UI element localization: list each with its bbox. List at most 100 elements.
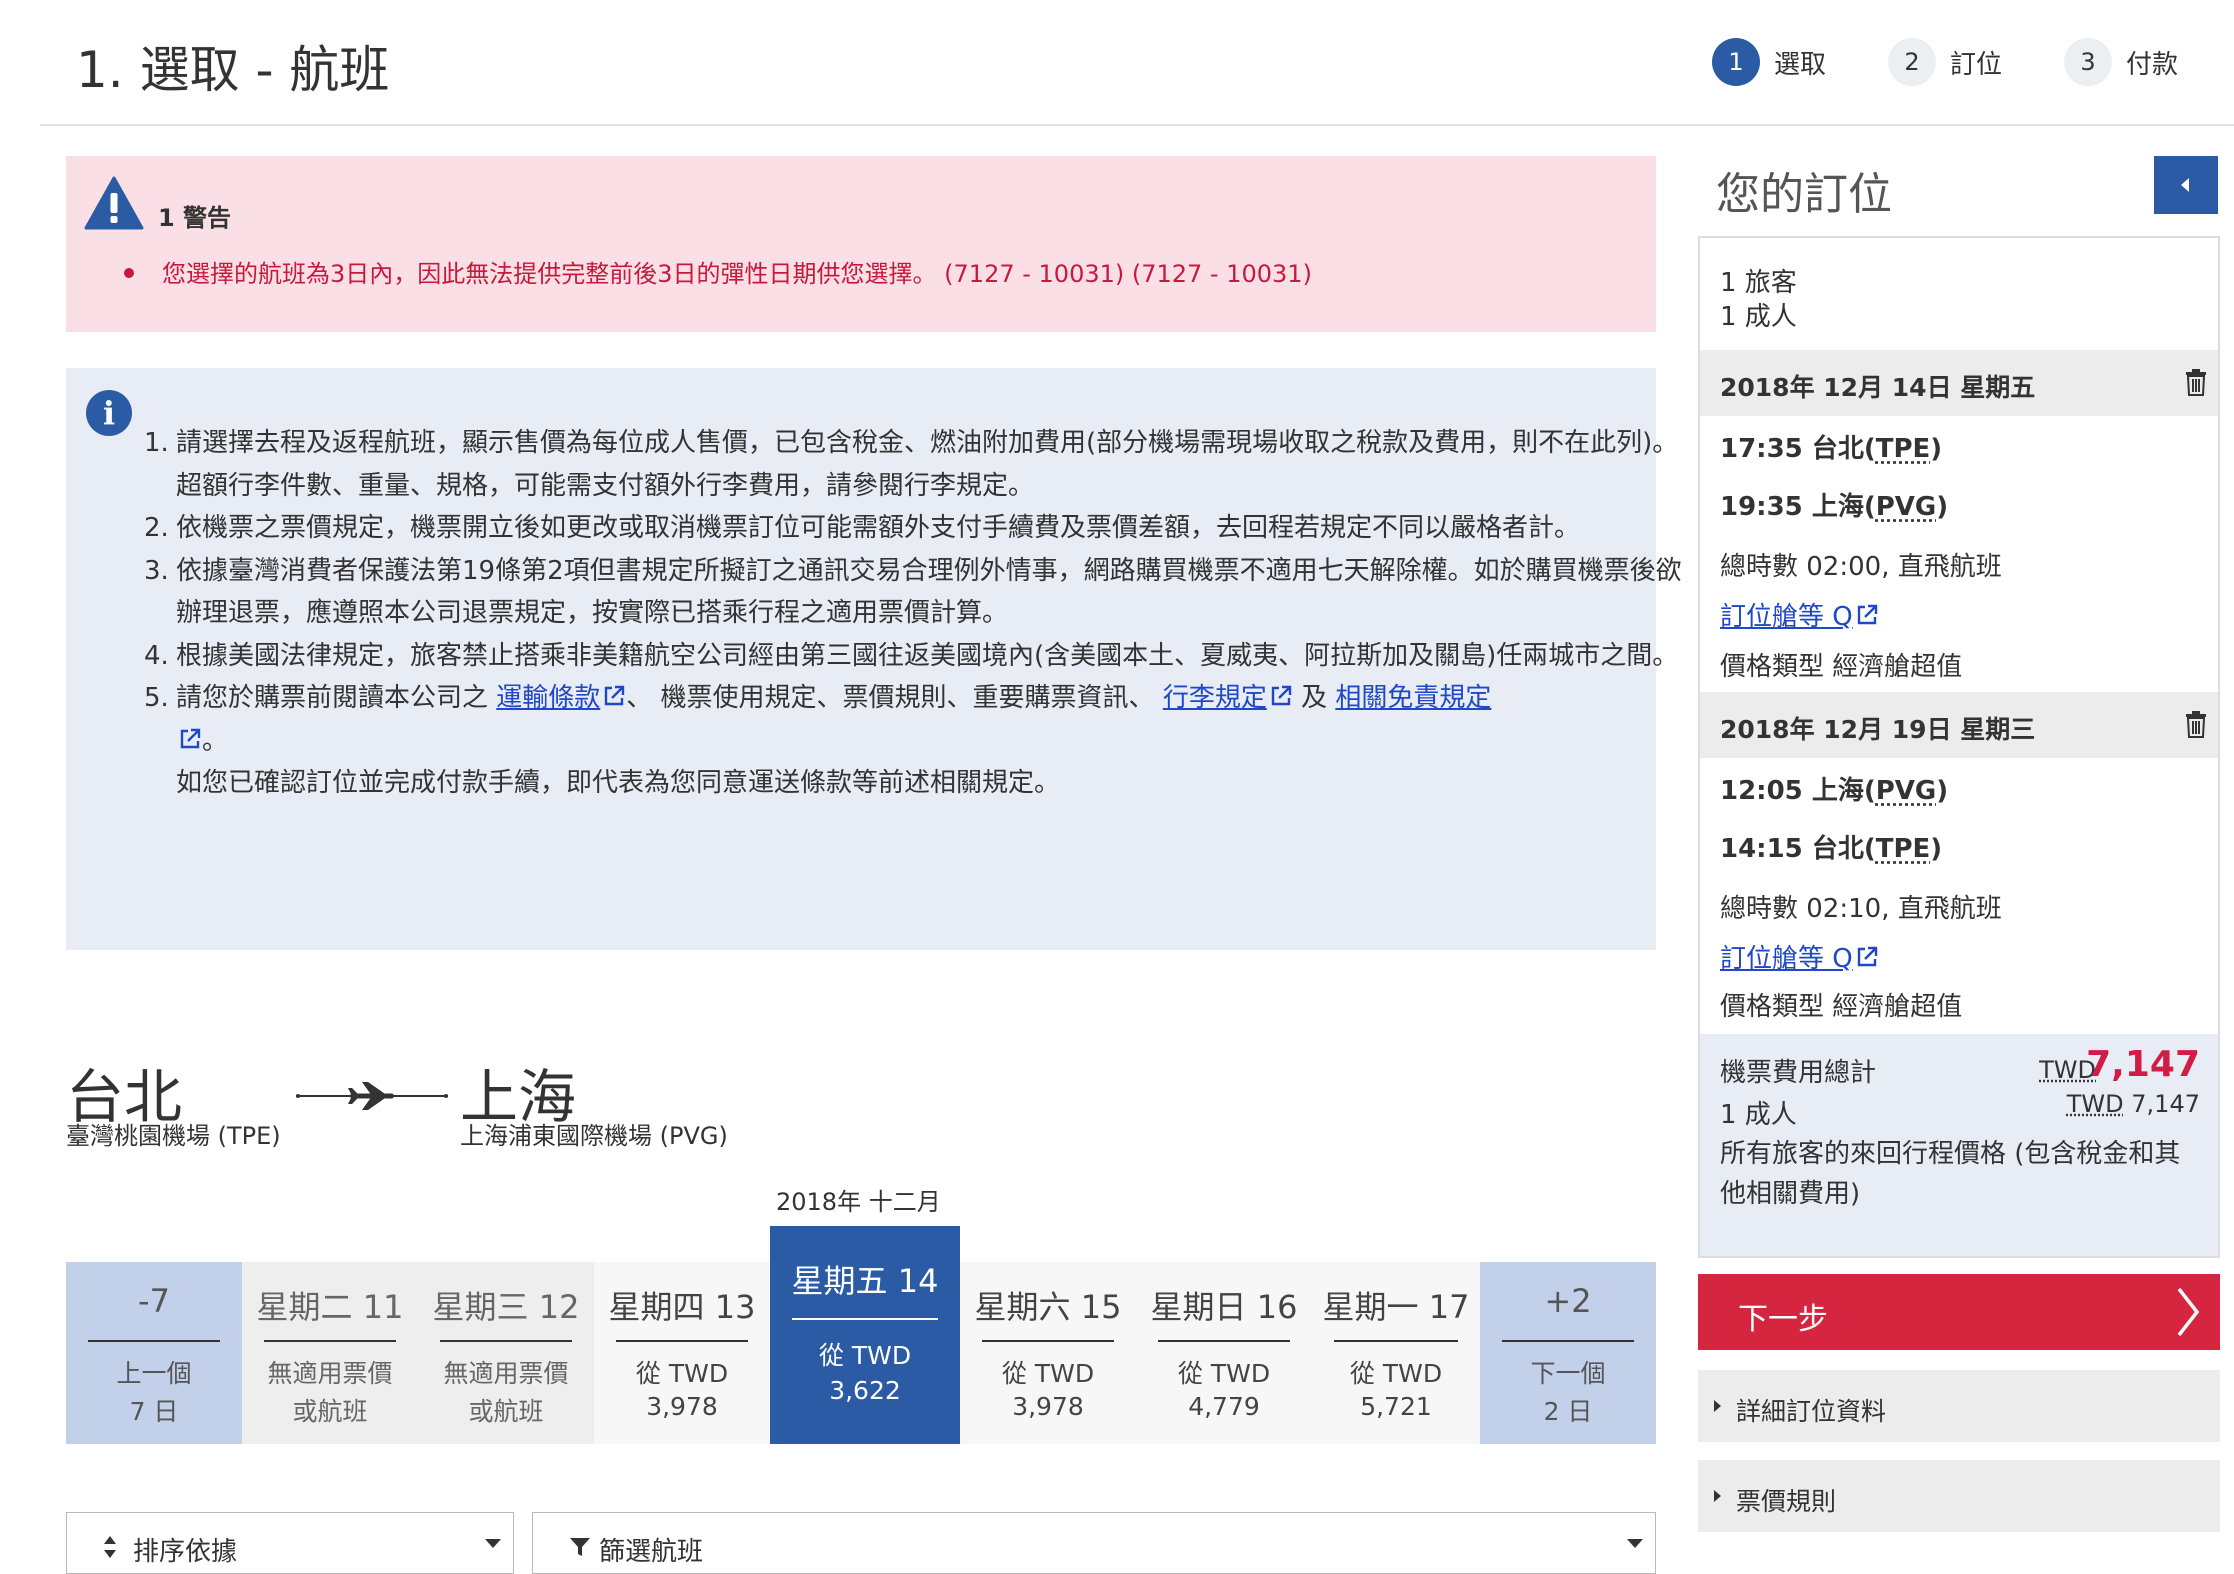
price-summary: 機票費用總計 TWD 7,147 1 成人 TWD 7,147 所有旅客的來回行…: [1700, 1034, 2218, 1256]
warning-message: 您選擇的航班為3日內，因此無法提供完整前後3日的彈性日期供您選擇。 (7127 …: [124, 254, 1312, 289]
info-item: 4. 根據美國法律規定，旅客禁止搭乘非美籍航空公司經由第三國往返美國境內(含美國本…: [144, 635, 1694, 678]
date-line-2: 或航班: [468, 1397, 544, 1426]
date-line-2: 3,978: [1012, 1392, 1084, 1421]
inbound-departure: 12:05 上海(PVG): [1720, 776, 1949, 806]
accordion-label: 票價規則: [1736, 1487, 1837, 1516]
warning-alert: 1 警告 您選擇的航班為3日內，因此無法提供完整前後3日的彈性日期供您選擇。 (…: [66, 156, 1656, 332]
accordion-label: 詳細訂位資料: [1736, 1397, 1887, 1426]
plane-icon: [296, 1082, 448, 1110]
date-line-2: 3,622: [829, 1376, 901, 1405]
total-price: 7,147: [2086, 1044, 2200, 1085]
warning-icon: [84, 176, 144, 230]
date-name: 星期五 14: [791, 1262, 939, 1300]
date-line-1: 無適用票價: [267, 1359, 393, 1388]
chevron-down-icon: [1627, 1539, 1643, 1548]
item-text: 請選擇去程及返程航班，顯示售價為每位成人售價，已包含稅金、燃油附加費用(部分機場…: [176, 428, 1679, 501]
collapse-sidebar-button[interactable]: [2154, 156, 2218, 214]
price-note: 所有旅客的來回行程價格 (包含稅金和其他相關費用): [1720, 1139, 2181, 1209]
inbound-arrival: 14:15 台北(TPE): [1720, 834, 1943, 864]
outbound-fare-type: 價格類型 經濟艙超值: [1720, 652, 1963, 682]
sort-label: 排序依據: [133, 1537, 238, 1567]
transport-terms-link[interactable]: 運輸條款: [496, 683, 600, 713]
filter-dropdown[interactable]: 篩選航班: [532, 1512, 1656, 1574]
inbound-date: 2018年 12月 19日 星期三: [1720, 715, 2036, 744]
divider: [440, 1340, 572, 1342]
date-name: -7: [138, 1282, 170, 1320]
external-link-icon[interactable]: [178, 727, 202, 751]
step-label: 選取: [1773, 49, 1826, 80]
step-select: 1 選取: [1711, 38, 1826, 86]
item-number: 1.: [144, 428, 169, 458]
filter-icon: [570, 1538, 590, 1556]
date-name: 星期一 17: [1322, 1288, 1470, 1326]
item-text: 如您已確認訂位並完成付款手續，即代表為您同意運送條款等前述相關規定。: [176, 768, 1061, 798]
date-name: 星期日 16: [1150, 1288, 1298, 1326]
destination-airport: 上海浦東國際機場 (PVG): [460, 1122, 728, 1150]
date-line-1: 上一個: [116, 1359, 192, 1388]
sort-icon: [104, 1536, 116, 1558]
date-option: 星期二 11 無適用票價 或航班: [242, 1262, 418, 1444]
date-option[interactable]: 星期六 15 從 TWD 3,978: [960, 1262, 1136, 1444]
external-link-icon[interactable]: [602, 684, 626, 708]
date-selector: -7 上一個 7 日 星期二 11 無適用票價 或航班 星期三 12 無適用票價 或航班 星期四 …: [66, 1226, 1656, 1444]
filter-label: 篩選航班: [599, 1537, 704, 1567]
origin-airport: 臺灣桃園機場 (TPE): [66, 1122, 281, 1150]
next-step-label: 下一步: [1738, 1302, 1828, 1337]
adult-price: TWD 7,147: [2066, 1090, 2200, 1118]
booking-details-toggle[interactable]: 詳細訂位資料: [1698, 1370, 2220, 1442]
prev-dates-button[interactable]: -7 上一個 7 日: [66, 1262, 242, 1444]
disclaimer-link[interactable]: 相關免責規定: [1335, 683, 1491, 713]
info-alert: i 1. 請選擇去程及返程航班，顯示售價為每位成人售價，已包含稅金、燃油附加費用(…: [66, 368, 1682, 950]
date-line-1: 從 TWD: [1001, 1359, 1095, 1388]
chevron-down-icon: [485, 1539, 501, 1548]
date-line-1: 無適用票價: [443, 1359, 569, 1388]
fare-rules-toggle[interactable]: 票價規則: [1698, 1460, 2220, 1532]
external-link-icon: [1857, 604, 1877, 625]
date-name: 星期六 15: [974, 1288, 1122, 1326]
info-item: 1. 請選擇去程及返程航班，顯示售價為每位成人售價，已包含稅金、燃油附加費用(部分…: [144, 422, 1694, 507]
trash-icon[interactable]: [2184, 368, 2208, 396]
outbound-cabin-link[interactable]: 訂位艙等 Q: [1720, 596, 1879, 633]
info-item: 3. 依據臺灣消費者保護法第19條第2項但書規定所擬訂之通訊交易合理例外情事，網路…: [144, 550, 1694, 635]
divider: [616, 1340, 748, 1342]
date-option[interactable]: 星期一 17 從 TWD 5,721: [1312, 1262, 1480, 1444]
date-option[interactable]: 星期四 13 從 TWD 3,978: [594, 1262, 770, 1444]
next-dates-button[interactable]: +2 下一個 2 日: [1480, 1262, 1656, 1444]
divider: [1334, 1340, 1458, 1342]
inbound-cabin-link[interactable]: 訂位艙等 Q: [1720, 938, 1879, 975]
external-link-icon: [1857, 946, 1877, 967]
external-link-icon[interactable]: [1269, 684, 1293, 708]
progress-steps: 1 選取 2 訂位 3 付款: [1650, 38, 2178, 86]
date-line-2: 3,978: [646, 1392, 718, 1421]
bullet-icon: [124, 268, 134, 278]
date-option: 星期三 12 無適用票價 或航班: [418, 1262, 594, 1444]
trash-icon[interactable]: [2184, 710, 2208, 738]
adult-price-label: 1 成人: [1720, 1100, 1797, 1130]
outbound-date: 2018年 12月 14日 星期五: [1720, 373, 2036, 402]
date-line-1: 從 TWD: [1177, 1359, 1271, 1388]
item-text: 及: [1292, 683, 1336, 713]
item-number: 5.: [144, 683, 169, 713]
date-line-2: 5,721: [1360, 1392, 1432, 1421]
outbound-departure: 17:35 台北(TPE): [1720, 434, 1943, 464]
date-line-1: 從 TWD: [1349, 1359, 1443, 1388]
item-text: 根據美國法律規定，旅客禁止搭乘非美籍航空公司經由第三國往返美國境內(含美國本土、…: [176, 640, 1679, 671]
inbound-fare-type: 價格類型 經濟艙超值: [1720, 992, 1963, 1022]
next-step-button[interactable]: 下一步: [1698, 1274, 2220, 1350]
item-text: 、 機票使用規定、票價規則、重要購票資訊、: [626, 683, 1163, 713]
date-option-selected[interactable]: 星期五 14 從 TWD 3,622: [770, 1226, 960, 1444]
chevron-right-icon: [2177, 1287, 2200, 1337]
date-option[interactable]: 星期日 16 從 TWD 4,779: [1136, 1262, 1312, 1444]
date-line-1: 從 TWD: [818, 1341, 912, 1370]
baggage-rules-link[interactable]: 行李規定: [1163, 683, 1267, 713]
step-booking: 2 訂位: [1887, 38, 2002, 86]
outbound-date-header: 2018年 12月 14日 星期五: [1700, 350, 2218, 416]
sort-dropdown[interactable]: 排序依據: [66, 1512, 514, 1574]
total-label: 機票費用總計: [1720, 1058, 1877, 1088]
warning-text: 您選擇的航班為3日內，因此無法提供完整前後3日的彈性日期供您選擇。 (7127 …: [162, 260, 1312, 288]
info-item: 2. 依機票之票價規定，機票開立後如更改或取消機票訂位可能需額外支付手續費及票價差…: [144, 507, 1694, 550]
booking-summary-panel: 1 旅客 1 成人 2018年 12月 14日 星期五 17:35 台北(TPE…: [1698, 236, 2220, 1258]
info-icon: i: [86, 390, 132, 436]
date-line-2: 4,779: [1188, 1392, 1260, 1421]
date-name: +2: [1544, 1282, 1592, 1320]
